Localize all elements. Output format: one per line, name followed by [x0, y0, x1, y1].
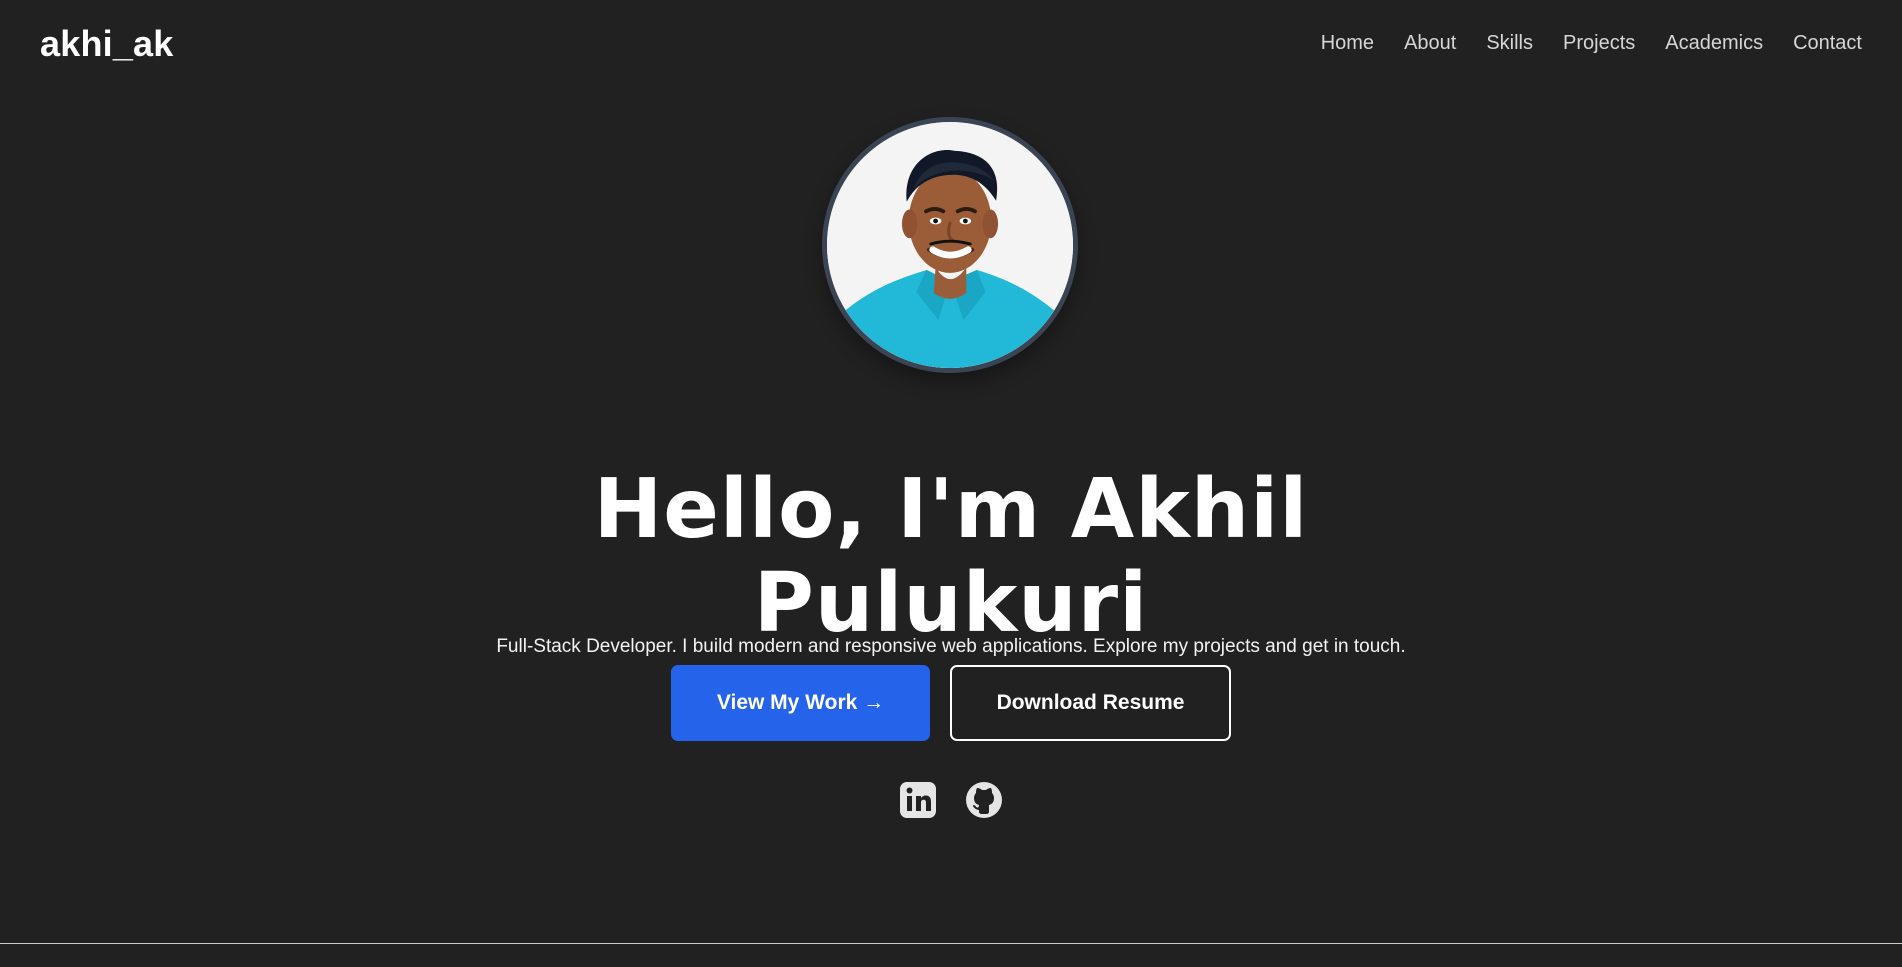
hero-actions: View My Work → Download Resume — [671, 665, 1231, 741]
view-my-work-button[interactable]: View My Work → — [671, 665, 930, 741]
github-icon — [966, 782, 1002, 818]
download-resume-button[interactable]: Download Resume — [950, 665, 1231, 741]
linkedin-icon[interactable] — [898, 780, 938, 820]
social-links — [898, 780, 1004, 820]
profile-avatar — [822, 117, 1078, 373]
github-icon[interactable] — [964, 780, 1004, 820]
linkedin-icon — [900, 782, 936, 818]
profile-photo — [827, 122, 1073, 368]
hero-title-line-1: Hello, I'm Akhil — [593, 461, 1309, 557]
footer-divider — [0, 943, 1902, 944]
hero-title: Hello, I'm Akhil Pulukuri — [551, 461, 1351, 651]
hero-subtitle: Full-Stack Developer. I build modern and… — [496, 636, 1406, 657]
hero-section: Hello, I'm Akhil Pulukuri Full-Stack Dev… — [0, 0, 1902, 943]
